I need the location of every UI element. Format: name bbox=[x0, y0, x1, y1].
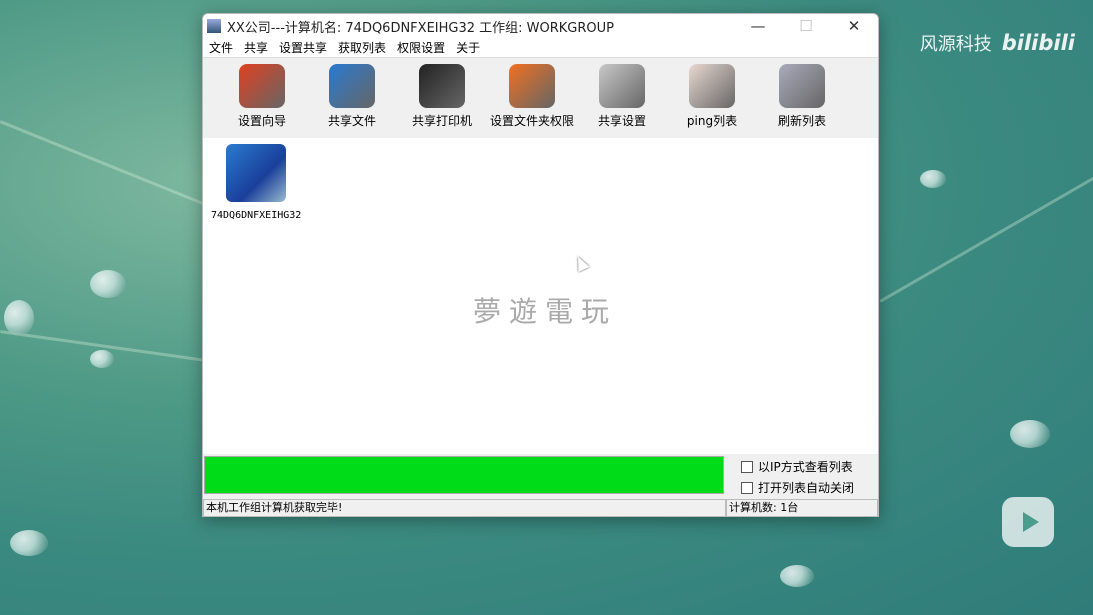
mouse-cursor-icon bbox=[572, 254, 590, 272]
play-icon[interactable] bbox=[1002, 497, 1054, 547]
menu-item[interactable]: 设置共享 bbox=[279, 39, 327, 56]
globe-icon bbox=[329, 64, 375, 108]
status-message: 本机工作组计算机获取完毕! bbox=[203, 499, 726, 516]
toolbar-label: 共享设置 bbox=[597, 114, 646, 128]
computer-list[interactable]: 74DQ6DNFXEIHG32 夢遊電玩 bbox=[203, 138, 878, 454]
toolbar-button[interactable]: 共享打印机 bbox=[397, 58, 487, 138]
watermark: 风源科技 bilibili bbox=[920, 30, 1075, 56]
refresh-icon bbox=[779, 64, 825, 108]
computer-count: 计算机数: 1台 bbox=[726, 499, 878, 516]
toolbar-button[interactable]: ping列表 bbox=[667, 58, 757, 138]
center-watermark: 夢遊電玩 bbox=[473, 295, 618, 328]
printer-icon bbox=[419, 64, 465, 108]
bilibili-logo: bilibili bbox=[1001, 31, 1075, 55]
progress-fill bbox=[205, 457, 723, 493]
minimize-button[interactable]: — bbox=[734, 17, 782, 35]
water-drop bbox=[1010, 420, 1050, 448]
toolbar-label: 共享文件 bbox=[327, 114, 376, 128]
progress-bar bbox=[204, 456, 724, 494]
toolbar-label: ping列表 bbox=[686, 114, 738, 128]
tools-icon bbox=[599, 64, 645, 108]
menu-item[interactable]: 文件 bbox=[209, 39, 233, 56]
water-drop bbox=[4, 300, 34, 336]
checkbox-icon[interactable] bbox=[741, 460, 753, 473]
checkbox-label: 以IP方式查看列表 bbox=[758, 460, 853, 474]
window-title: XX公司---计算机名: 74DQ6DNFXEIHG32 工作组: WORKGR… bbox=[227, 20, 614, 36]
ip-view-checkbox[interactable]: 以IP方式查看列表 bbox=[741, 458, 853, 475]
menu-item[interactable]: 关于 bbox=[456, 39, 480, 56]
water-drop bbox=[90, 350, 114, 368]
brand-watermark: 风源科技 bbox=[919, 34, 992, 55]
maximize-button[interactable]: ☐ bbox=[782, 17, 830, 35]
computer-icon bbox=[226, 144, 286, 202]
toolbar: 设置向导 共享文件 共享打印机 设置文件夹权限 共享设置 ping列表 刷新列表 bbox=[203, 58, 878, 138]
toolbar-label: 设置向导 bbox=[237, 114, 286, 128]
toolbar-button[interactable]: 设置向导 bbox=[217, 58, 307, 138]
folder-icon bbox=[509, 64, 555, 108]
toolbar-label: 刷新列表 bbox=[777, 114, 826, 128]
water-drop bbox=[780, 565, 814, 587]
menu-item[interactable]: 获取列表 bbox=[338, 39, 386, 56]
computer-name: 74DQ6DNFXEIHG32 bbox=[211, 210, 302, 221]
title-bar: XX公司---计算机名: 74DQ6DNFXEIHG32 工作组: WORKGR… bbox=[203, 14, 878, 38]
app-window: XX公司---计算机名: 74DQ6DNFXEIHG32 工作组: WORKGR… bbox=[202, 13, 879, 517]
water-drop bbox=[10, 530, 48, 556]
leaf-vein bbox=[879, 170, 1093, 303]
water-drop bbox=[90, 270, 126, 298]
menu-item[interactable]: 共享 bbox=[244, 39, 268, 56]
checkbox-label: 打开列表自动关闭 bbox=[758, 481, 855, 495]
toolbar-label: 设置文件夹权限 bbox=[489, 114, 574, 128]
auto-close-checkbox[interactable]: 打开列表自动关闭 bbox=[741, 479, 854, 496]
menu-item[interactable]: 权限设置 bbox=[397, 39, 445, 56]
toolbar-button[interactable]: 刷新列表 bbox=[757, 58, 847, 138]
magnifier-icon bbox=[689, 64, 735, 108]
windows-logo-icon bbox=[239, 64, 285, 108]
close-button[interactable]: ✕ bbox=[830, 17, 878, 35]
water-drop bbox=[920, 170, 946, 188]
app-icon bbox=[207, 19, 221, 33]
toolbar-label: 共享打印机 bbox=[411, 114, 472, 128]
computer-item[interactable]: 74DQ6DNFXEIHG32 bbox=[211, 144, 301, 221]
menu-bar: 文件 共享 设置共享 获取列表 权限设置 关于 bbox=[203, 38, 878, 58]
toolbar-button[interactable]: 共享文件 bbox=[307, 58, 397, 138]
status-bar: 本机工作组计算机获取完毕! 计算机数: 1台 bbox=[203, 499, 878, 516]
toolbar-button[interactable]: 共享设置 bbox=[577, 58, 667, 138]
toolbar-button[interactable]: 设置文件夹权限 bbox=[487, 58, 577, 138]
checkbox-icon[interactable] bbox=[741, 481, 753, 494]
